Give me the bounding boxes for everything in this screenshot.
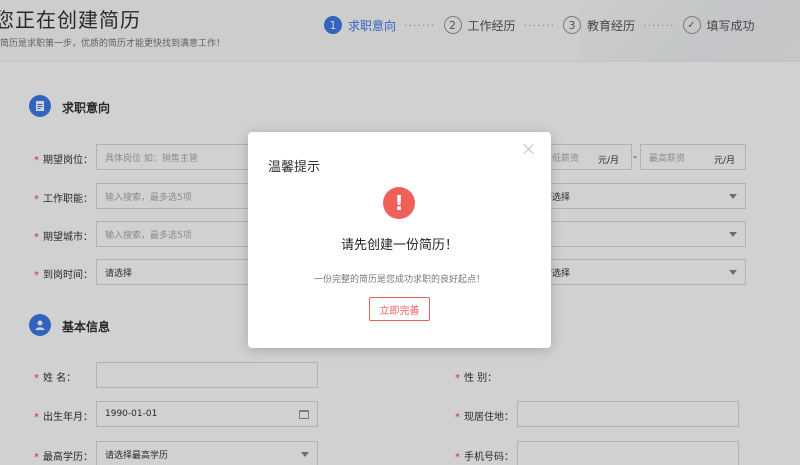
notice-dialog: 温馨提示 ! 请先创建一份简历！ 一份完整的简历是您成功求职的良好起点！ 立即完… bbox=[248, 132, 551, 348]
warning-icon: ! bbox=[383, 187, 415, 219]
dialog-title: 温馨提示 bbox=[268, 160, 321, 175]
close-icon[interactable] bbox=[522, 142, 536, 156]
dialog-message: 请先创建一份简历！ bbox=[340, 238, 458, 253]
dialog-tip: 一份完整的简历是您成功求职的良好起点！ bbox=[313, 275, 485, 285]
complete-now-button[interactable]: 立即完善 bbox=[369, 297, 430, 321]
